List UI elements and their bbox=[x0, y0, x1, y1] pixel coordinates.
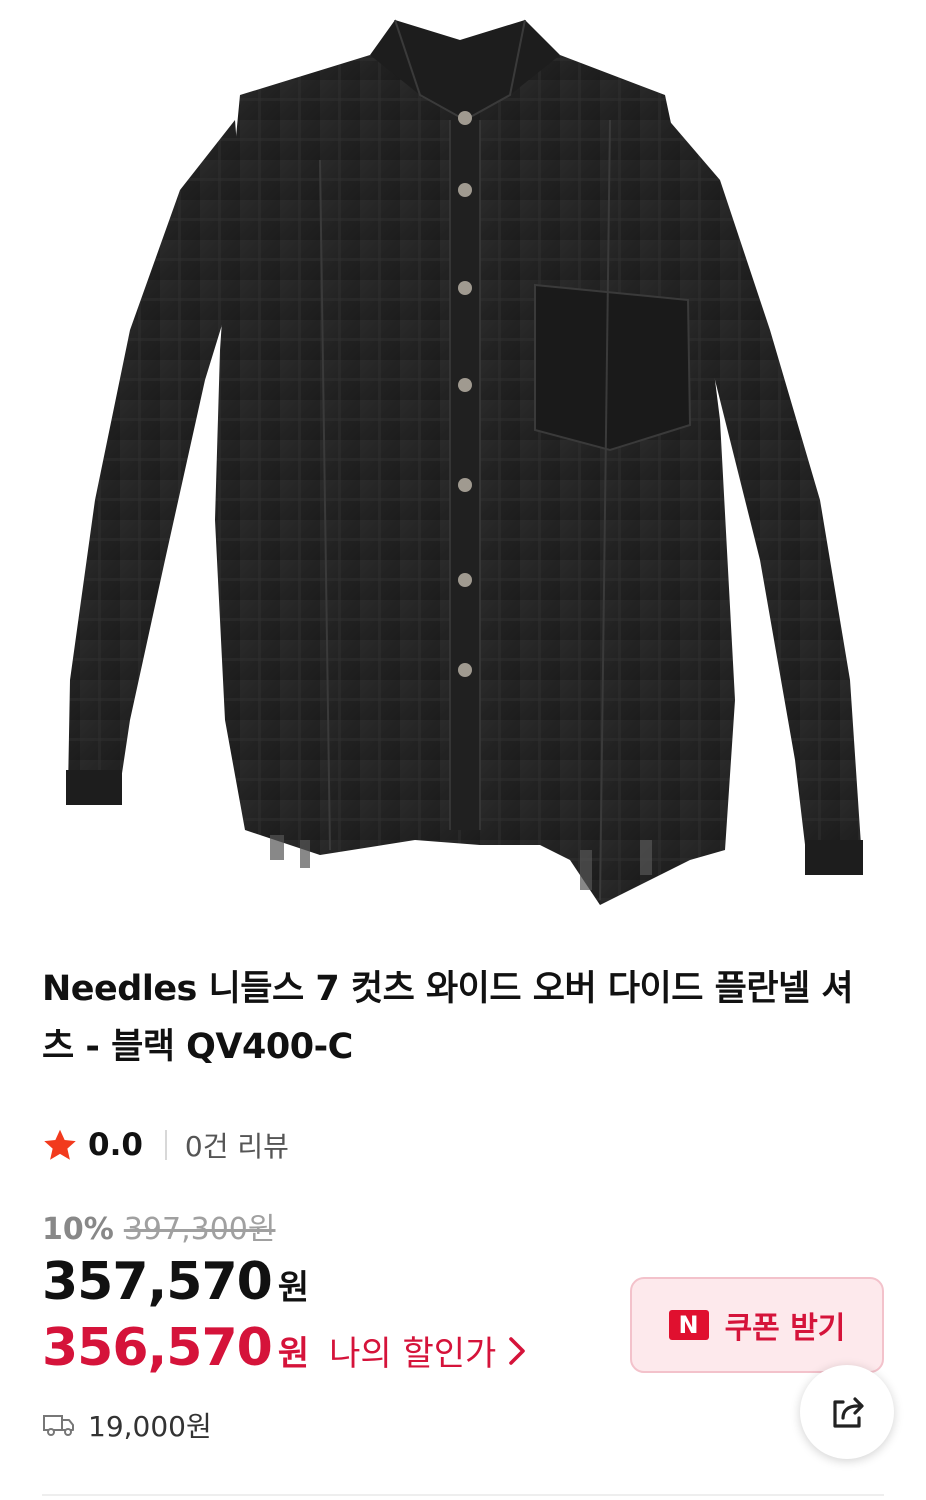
product-title: Needles 니들스 7 컷츠 와이드 오버 다이드 플란넬 셔츠 - 블랙 … bbox=[42, 969, 854, 1067]
shirt-photo bbox=[66, 19, 863, 905]
discount-rate: 10% bbox=[42, 1212, 114, 1247]
coupon-button[interactable]: N 쿠폰 받기 bbox=[630, 1277, 884, 1373]
sale-price-row: 357,570 원 bbox=[42, 1252, 309, 1312]
share-icon bbox=[833, 1397, 864, 1428]
star-icon bbox=[44, 1129, 76, 1160]
rating-row[interactable]: 0.0 0건 리뷰 bbox=[42, 1122, 289, 1168]
chevron-right-icon bbox=[509, 1336, 526, 1365]
rating-divider bbox=[164, 1130, 167, 1160]
discount-row: 10% 397,300원 bbox=[42, 1204, 275, 1248]
my-discount-link[interactable]: 나의 할인가 bbox=[329, 1326, 528, 1375]
product-image[interactable] bbox=[0, 0, 926, 930]
shipping-row: 19,000원 bbox=[42, 1402, 212, 1448]
my-price-currency: 원 bbox=[277, 1334, 310, 1374]
sale-price: 357,570 bbox=[42, 1252, 273, 1312]
naver-n-icon: N bbox=[668, 1310, 709, 1340]
rating-value: 0.0 bbox=[88, 1127, 143, 1163]
truck-icon bbox=[43, 1415, 74, 1436]
product-info: Needles 니들스 7 컷츠 와이드 오버 다이드 플란넬 셔츠 - 블랙 … bbox=[42, 960, 882, 1076]
my-discount-label: 나의 할인가 bbox=[329, 1334, 497, 1374]
share-button[interactable] bbox=[800, 1365, 894, 1459]
coupon-button-label: 쿠폰 받기 bbox=[724, 1311, 846, 1346]
my-price-row: 356,570 원 나의 할인가 bbox=[42, 1318, 528, 1378]
shipping-fee: 19,000원 bbox=[88, 1410, 212, 1443]
original-price: 397,300원 bbox=[123, 1212, 276, 1247]
my-discount-price: 356,570 bbox=[42, 1318, 273, 1378]
review-count-link[interactable]: 0건 리뷰 bbox=[185, 1125, 289, 1165]
sale-price-currency: 원 bbox=[277, 1268, 310, 1308]
section-divider bbox=[42, 1494, 884, 1496]
